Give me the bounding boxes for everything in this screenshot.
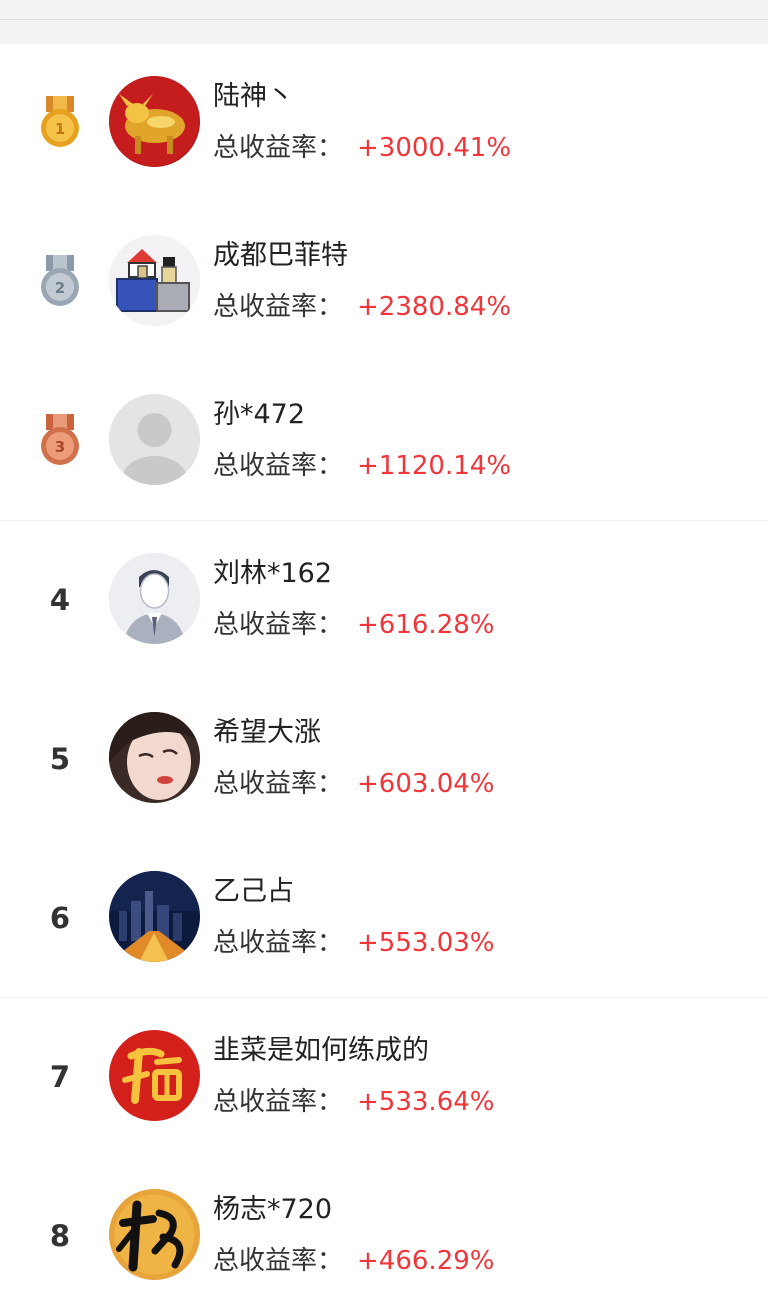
list-item[interactable]: 3 孙*472 总收益率： +1120.14% — [0, 362, 768, 521]
user-name[interactable]: 希望大涨 — [213, 714, 321, 752]
gold-medal-icon: 1 — [38, 94, 82, 152]
user-name[interactable]: 成都巴菲特 — [213, 237, 348, 275]
bronze-medal-icon: 3 — [38, 412, 82, 470]
yield-label: 总收益率： — [213, 769, 344, 799]
user-name[interactable]: 陆神丶 — [213, 78, 294, 116]
user-name[interactable]: 乙己占 — [213, 873, 294, 911]
top-divider — [0, 19, 768, 20]
yield-value: +616.28% — [357, 610, 495, 640]
yield-row: 总收益率： +603.04% — [213, 764, 494, 807]
yield-row: 总收益率： +553.03% — [213, 923, 494, 966]
top-bar — [0, 0, 768, 44]
list-item[interactable]: 1 陆神丶 总收益率： +3000.41% — [0, 44, 768, 203]
rank-number: 8 — [49, 1219, 71, 1253]
rank-number: 4 — [49, 583, 71, 617]
svg-text:1: 1 — [55, 120, 65, 138]
yield-row: 总收益率： +616.28% — [213, 605, 494, 648]
yield-value: +3000.41% — [357, 133, 512, 163]
yield-row: 总收益率： +533.64% — [213, 1082, 494, 1125]
yield-value: +466.29% — [357, 1246, 495, 1276]
yield-row: 总收益率： +1120.14% — [213, 446, 511, 489]
yield-label: 总收益率： — [213, 133, 344, 163]
svg-text:2: 2 — [55, 279, 65, 297]
yield-row: 总收益率： +3000.41% — [213, 128, 511, 171]
avatar[interactable] — [109, 76, 200, 167]
list-item[interactable]: 5 希望大涨 总收益率： +603.04% — [0, 680, 768, 839]
rank-number: 5 — [49, 742, 71, 776]
yield-label: 总收益率： — [213, 1246, 344, 1276]
list-item[interactable]: 4 刘林*162 总收益率： +616.28% — [0, 521, 768, 680]
list-item[interactable]: 8 杨志*720 总收益率： +466.29% — [0, 1157, 768, 1316]
yield-row: 总收益率： +2380.84% — [213, 287, 511, 330]
yield-value: +2380.84% — [357, 292, 512, 322]
yield-row: 总收益率： +466.29% — [213, 1241, 494, 1284]
avatar[interactable] — [109, 1030, 200, 1121]
ranking-list: 1 陆神丶 总收益率： +3000.41% 2 成都巴菲特 总收益率： +238… — [0, 44, 768, 1316]
yield-value: +1120.14% — [357, 451, 512, 481]
user-name[interactable]: 杨志*720 — [213, 1191, 332, 1229]
yield-label: 总收益率： — [213, 610, 344, 640]
yield-value: +533.64% — [357, 1087, 495, 1117]
yield-label: 总收益率： — [213, 451, 344, 481]
list-item[interactable]: 7 韭菜是如何练成的 总收益率： +533.64% — [0, 998, 768, 1157]
avatar[interactable] — [109, 712, 200, 803]
avatar[interactable] — [109, 1189, 200, 1280]
yield-label: 总收益率： — [213, 1087, 344, 1117]
avatar[interactable] — [109, 394, 200, 485]
yield-label: 总收益率： — [213, 292, 344, 322]
rank-number: 6 — [49, 901, 71, 935]
yield-value: +603.04% — [357, 769, 495, 799]
user-name[interactable]: 孙*472 — [213, 396, 305, 434]
rank-number: 7 — [49, 1060, 71, 1094]
avatar[interactable] — [109, 235, 200, 326]
yield-label: 总收益率： — [213, 928, 344, 958]
silver-medal-icon: 2 — [38, 253, 82, 311]
avatar[interactable] — [109, 871, 200, 962]
svg-text:3: 3 — [55, 438, 65, 456]
list-item[interactable]: 2 成都巴菲特 总收益率： +2380.84% — [0, 203, 768, 362]
list-item[interactable]: 6 乙己占 总收益率： +553.03% — [0, 839, 768, 998]
yield-value: +553.03% — [357, 928, 495, 958]
avatar[interactable] — [109, 553, 200, 644]
user-name[interactable]: 刘林*162 — [213, 555, 332, 593]
user-name[interactable]: 韭菜是如何练成的 — [213, 1032, 429, 1070]
